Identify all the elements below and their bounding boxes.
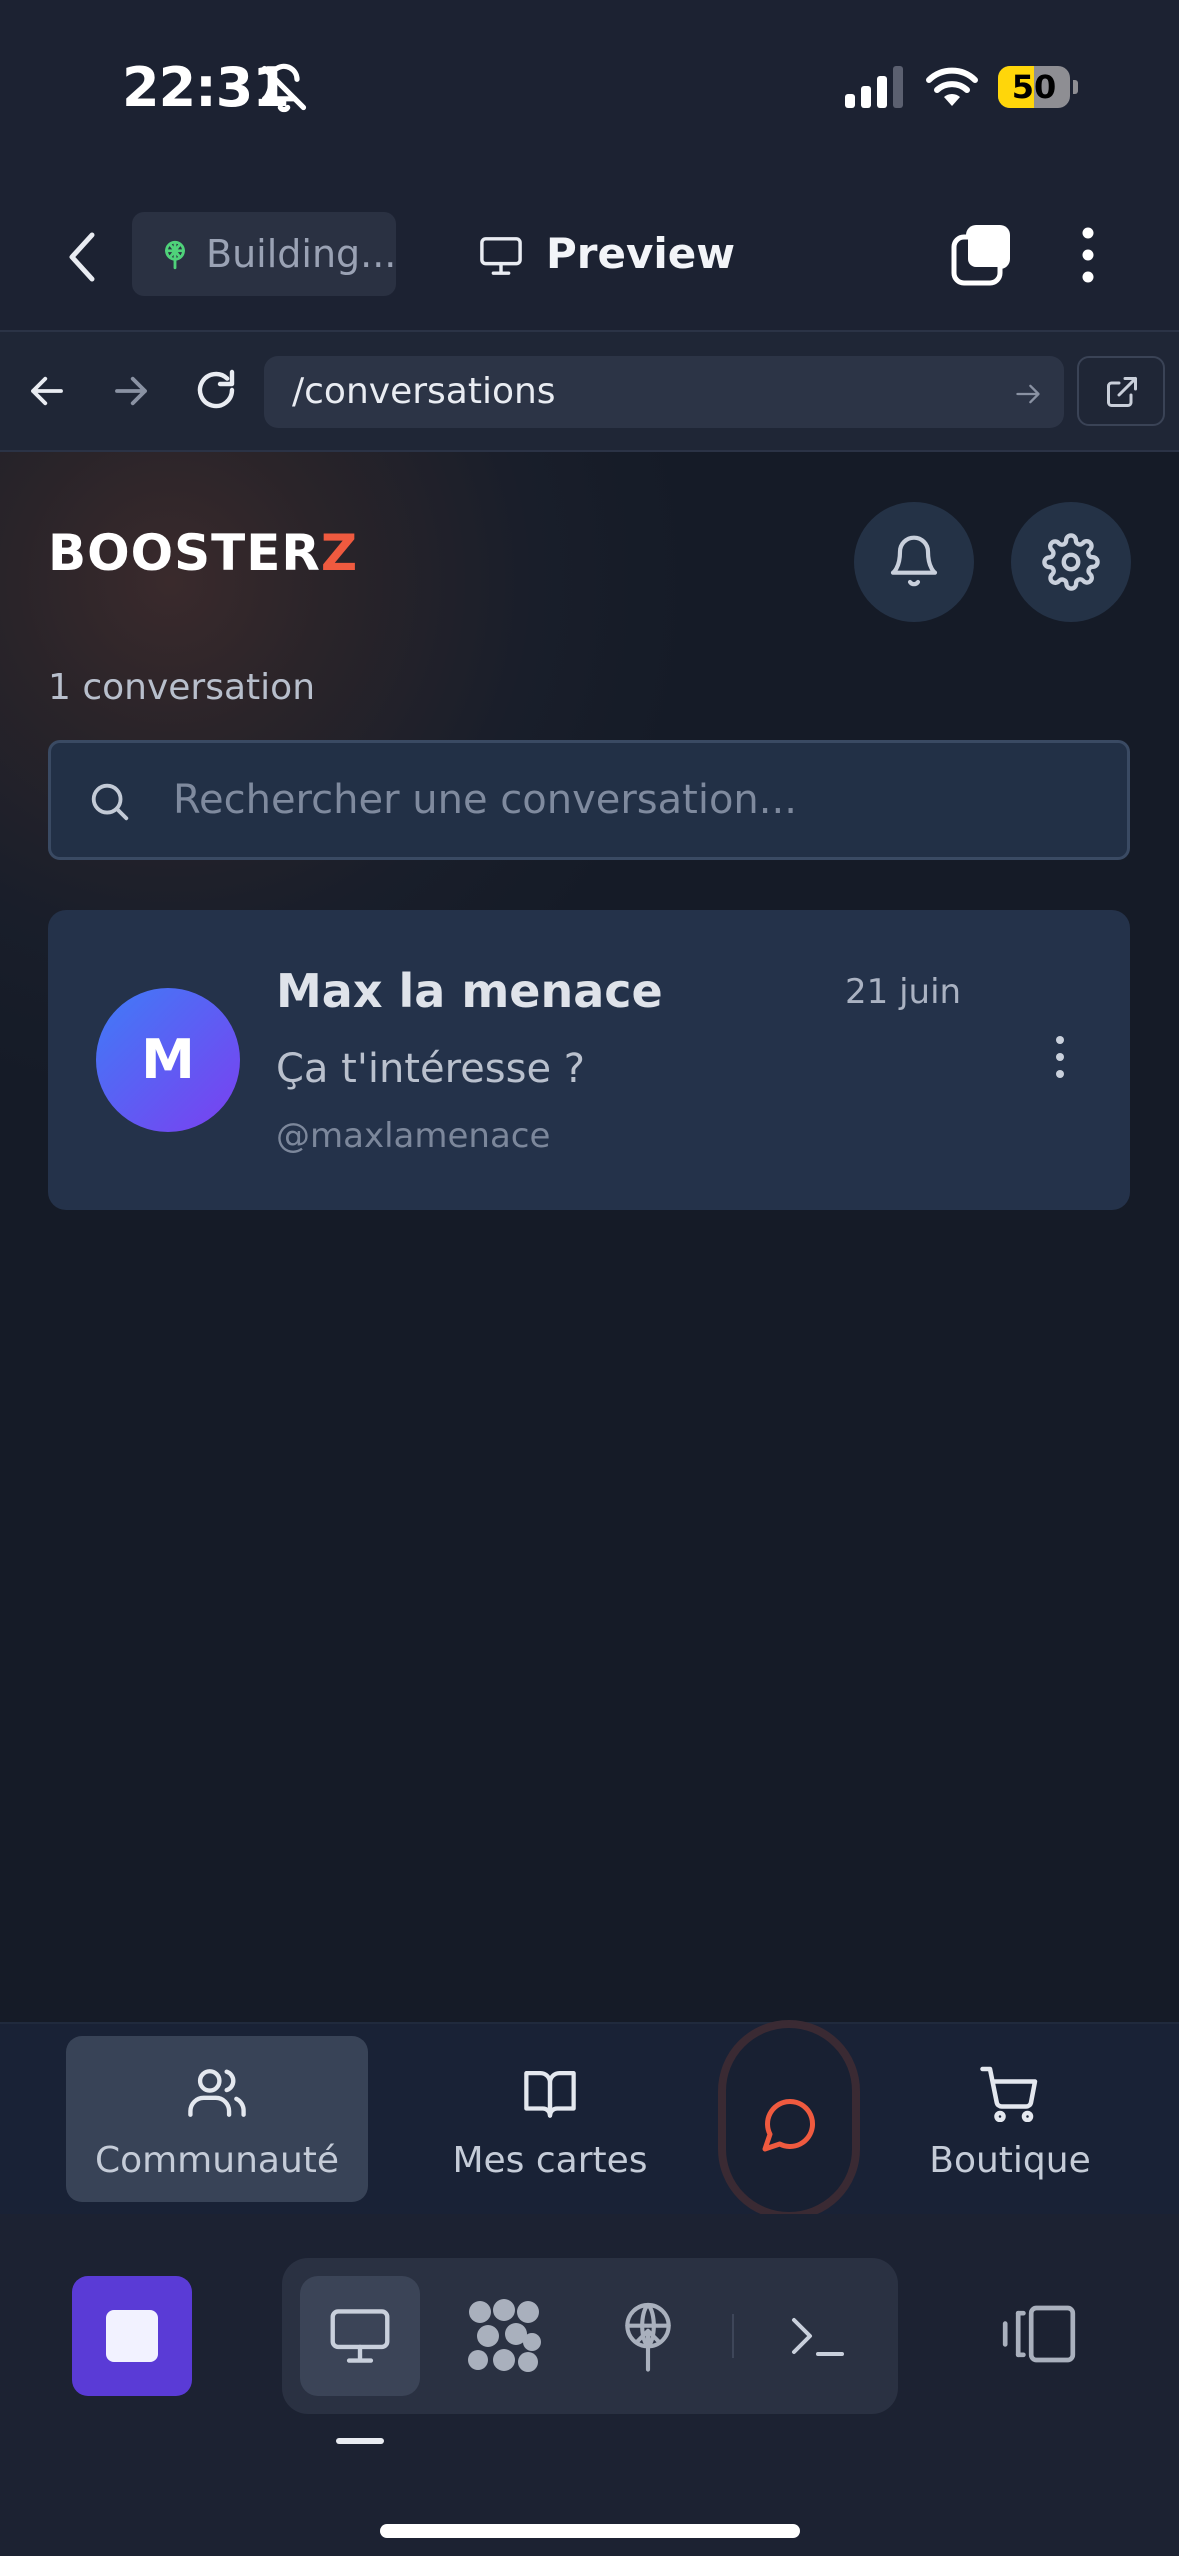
tool-switcher [282, 2258, 898, 2414]
deploy-icon [625, 2302, 671, 2372]
bell-icon [890, 535, 938, 587]
conversation-date: 21 juin [845, 972, 962, 1012]
avatar: M [96, 988, 240, 1132]
stop-button[interactable] [72, 2276, 192, 2396]
tool-agents-button[interactable] [444, 2276, 564, 2396]
build-status-label: Building... [206, 232, 397, 276]
agents-icon [468, 2299, 541, 2372]
bell-slash-icon [258, 62, 310, 114]
battery-percent: 50 [1011, 68, 1057, 106]
stop-icon [106, 2310, 158, 2362]
tabs-switcher-button[interactable] [950, 223, 1014, 287]
tab-my-cards-label: Mes cartes [452, 2140, 648, 2181]
split-panel-icon [1002, 2305, 1076, 2363]
url-text: /conversations [292, 371, 556, 412]
conversations-page: BOOSTERZ 1 conversation M Max la menace … [0, 452, 1179, 2022]
tab-community[interactable]: Communauté [66, 2036, 368, 2202]
home-indicator[interactable] [380, 2524, 800, 2538]
app-tab-bar: Communauté Mes cartes Boutique [0, 2020, 1179, 2220]
conversation-menu-icon[interactable] [1048, 1034, 1072, 1080]
users-icon [188, 2069, 246, 2117]
status-bar: 22:31 50 [0, 0, 1179, 175]
tool-preview-button[interactable] [300, 2276, 420, 2396]
deploy-tree-icon [165, 240, 185, 270]
search-input[interactable] [171, 773, 1075, 827]
brand-logo[interactable]: BOOSTERZ [48, 524, 358, 582]
conversation-name: Max la menace [276, 964, 663, 1018]
preview-label: Preview [546, 229, 736, 278]
search-icon [91, 783, 129, 821]
workspace-topbar: Building... Preview [0, 175, 1179, 332]
browser-back-button[interactable] [26, 370, 68, 412]
tab-messages[interactable] [718, 2020, 860, 2220]
shopping-cart-icon [980, 2066, 1038, 2122]
tool-deploy-button[interactable] [588, 2276, 708, 2396]
search-box[interactable] [48, 740, 1130, 860]
monitor-icon [480, 237, 522, 275]
split-view-button[interactable] [1000, 2302, 1078, 2366]
tab-community-label: Communauté [94, 2140, 340, 2181]
wifi-icon [925, 64, 979, 106]
gear-icon [1042, 533, 1100, 591]
cellular-signal-icon [845, 66, 905, 108]
terminal-icon [792, 2318, 844, 2356]
chat-bubble-icon [762, 2098, 816, 2152]
back-button[interactable] [60, 227, 110, 287]
conversation-count: 1 conversation [48, 667, 316, 708]
conversation-item[interactable]: M Max la menace 21 juin Ça t'intéresse ?… [48, 910, 1130, 1210]
avatar-initial: M [141, 1028, 195, 1091]
ide-toolbar [0, 2214, 1179, 2556]
tool-divider [732, 2314, 734, 2358]
notifications-button[interactable] [854, 502, 974, 622]
go-arrow-icon[interactable] [1014, 380, 1042, 408]
battery-icon: 50 [998, 66, 1078, 108]
url-input[interactable]: /conversations [264, 356, 1064, 428]
brand-logo-main: BOOSTER [48, 524, 321, 582]
tab-shop[interactable]: Boutique [900, 2036, 1120, 2202]
reload-button[interactable] [192, 366, 240, 414]
settings-button[interactable] [1011, 502, 1131, 622]
build-status-pill[interactable]: Building... [132, 212, 396, 296]
tab-my-cards[interactable]: Mes cartes [420, 2036, 680, 2202]
conversation-preview: Ça t'intéresse ? [276, 1046, 586, 1092]
book-open-icon [524, 2070, 576, 2118]
tab-shop-label: Boutique [929, 2140, 1091, 2181]
more-options-button[interactable] [1070, 223, 1106, 287]
tool-terminal-button[interactable] [758, 2276, 878, 2396]
monitor-icon [330, 2309, 390, 2363]
browser-forward-button[interactable] [110, 370, 152, 412]
active-tool-indicator [336, 2438, 384, 2444]
conversation-handle: @maxlamenace [276, 1116, 551, 1156]
open-external-button[interactable] [1077, 356, 1165, 426]
browser-url-bar: /conversations [0, 332, 1179, 452]
brand-logo-accent: Z [320, 524, 359, 582]
